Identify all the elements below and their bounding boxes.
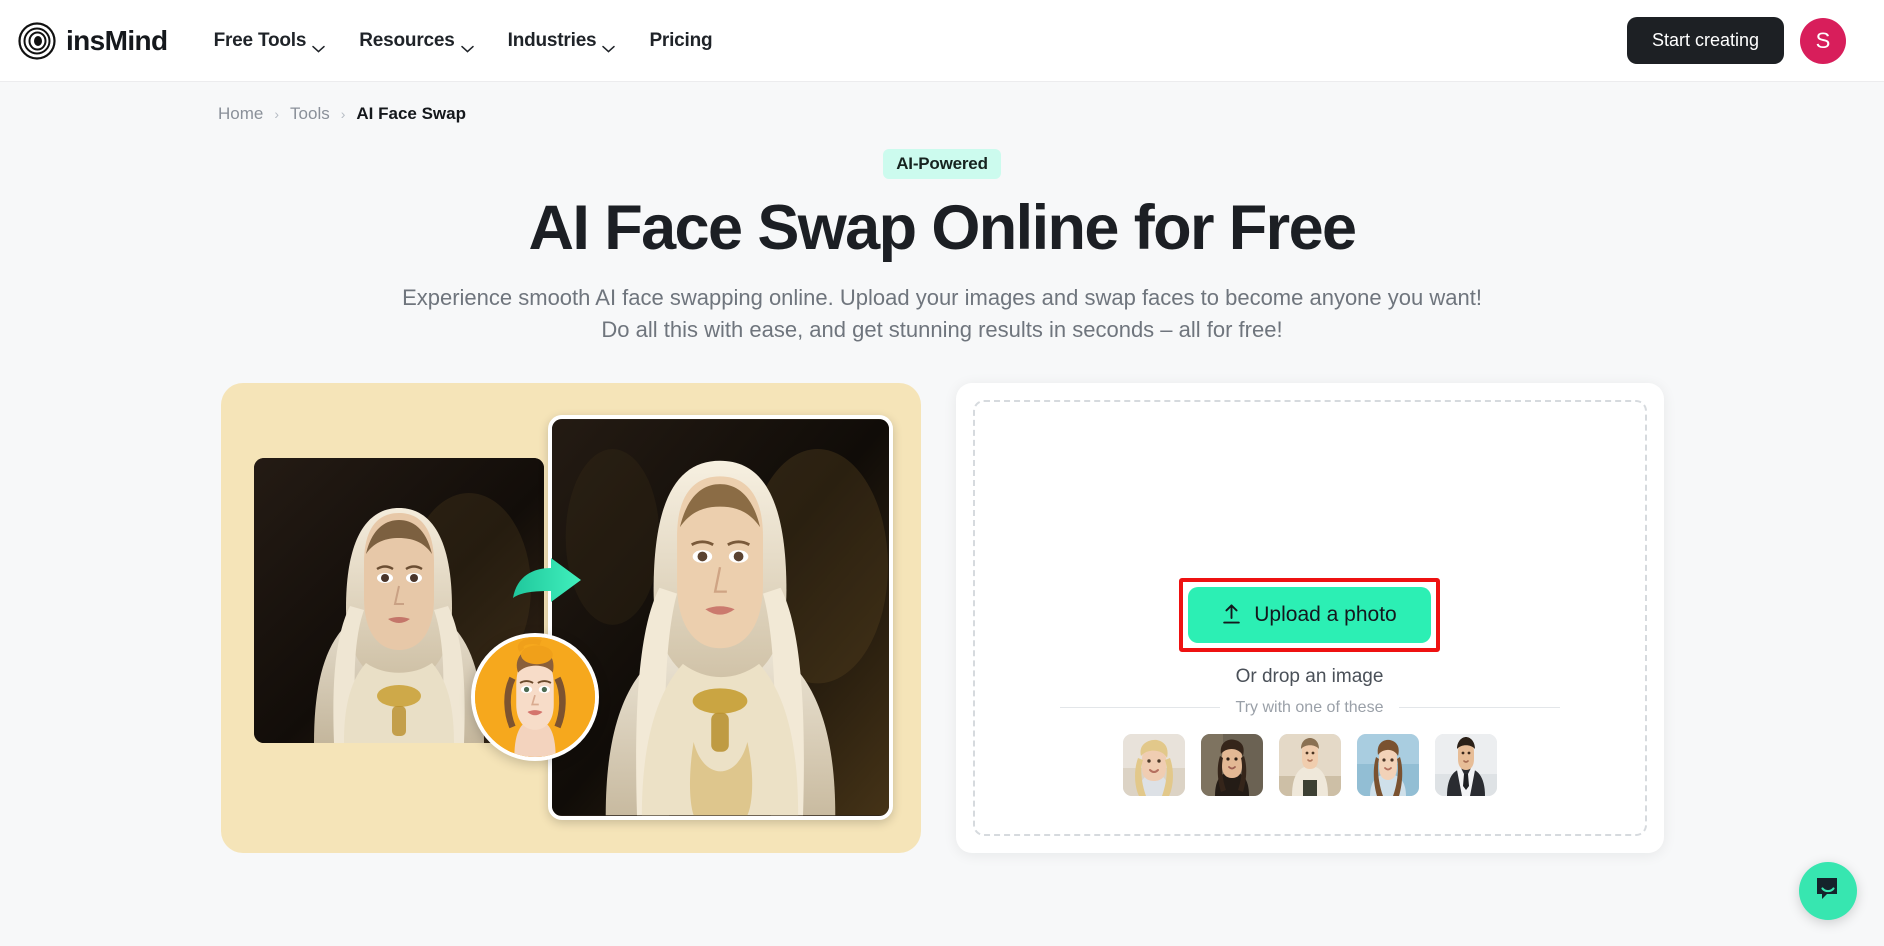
sample-man-in-suit[interactable] (1434, 733, 1497, 796)
site-header: insMind Free Tools Resources Industries … (0, 0, 1884, 82)
upload-card: Upload a photo Or drop an image Try with… (955, 382, 1664, 853)
try-divider: Try with one of these (1059, 698, 1560, 717)
hero-section: AI-Powered AI Face Swap Online for Free … (0, 124, 1884, 347)
nav-item-free-tools[interactable]: Free Tools (213, 29, 326, 53)
sample-woman-blue-shirt[interactable] (1356, 733, 1419, 796)
nav-item-pricing[interactable]: Pricing (649, 30, 712, 52)
header-actions: Start creating S (1626, 17, 1846, 64)
ai-powered-badge: AI-Powered (883, 149, 1001, 179)
divider-line-right (1399, 707, 1560, 709)
upload-button-label: Upload a photo (1254, 602, 1397, 626)
drop-image-hint: Or drop an image (1235, 665, 1384, 687)
nav-label: Resources (359, 29, 455, 51)
nav-label: Pricing (649, 29, 713, 51)
sample-blonde-woman-smiling[interactable] (1122, 733, 1185, 796)
chevron-down-icon (460, 37, 474, 53)
hero-subtitle-line-1: Experience smooth AI face swapping onlin… (402, 284, 1482, 310)
upload-button-wrapper: Upload a photo (1179, 577, 1440, 652)
demo-after-image (547, 414, 893, 820)
sample-man-cream-hoodie[interactable] (1278, 733, 1341, 796)
nav-label: Industries (507, 29, 597, 51)
image-dropzone[interactable]: Upload a photo Or drop an image Try with… (972, 399, 1647, 836)
swap-arrow-icon (511, 557, 583, 620)
chevron-down-icon (602, 37, 616, 53)
divider-line-left (1059, 707, 1220, 709)
brand-name: insMind (66, 24, 168, 56)
workspace: Upload a photo Or drop an image Try with… (0, 382, 1884, 853)
breadcrumb-separator-icon: › (340, 106, 346, 122)
brand-logo-link[interactable]: insMind (18, 21, 168, 60)
nav-item-resources[interactable]: Resources (359, 29, 474, 53)
main-navigation: Free Tools Resources Industries Pricing (213, 29, 713, 53)
spiral-target-logo-icon (18, 21, 56, 60)
start-creating-button[interactable]: Start creating (1626, 17, 1784, 64)
user-avatar[interactable]: S (1800, 17, 1846, 64)
sample-woman-dark-dress[interactable] (1200, 733, 1263, 796)
nav-label: Free Tools (213, 29, 307, 51)
demo-source-face-thumbnail (470, 632, 599, 761)
nav-item-industries[interactable]: Industries (507, 29, 616, 53)
hero-subtitle: Experience smooth AI face swapping onlin… (0, 282, 1884, 347)
breadcrumb-tools[interactable]: Tools (290, 104, 330, 124)
face-swap-demo-panel (220, 382, 921, 853)
chat-support-button[interactable] (1799, 862, 1857, 920)
sample-thumbnail-list (1122, 733, 1497, 796)
breadcrumb-separator-icon: › (274, 106, 280, 122)
hero-subtitle-line-2: Do all this with ease, and get stunning … (601, 317, 1283, 343)
page-title: AI Face Swap Online for Free (528, 193, 1358, 263)
upload-arrow-icon (1222, 604, 1241, 625)
upload-a-photo-button[interactable]: Upload a photo (1188, 586, 1431, 643)
breadcrumb-home[interactable]: Home (218, 104, 263, 124)
chevron-down-icon (312, 37, 325, 53)
chat-bubble-smile-icon (1814, 875, 1842, 908)
breadcrumb-current-page: AI Face Swap (356, 104, 466, 123)
breadcrumb: Home › Tools › AI Face Swap (0, 82, 1884, 124)
sample-images-section: Try with one of these (975, 699, 1645, 796)
try-with-one-of-these-label: Try with one of these (1235, 698, 1384, 716)
